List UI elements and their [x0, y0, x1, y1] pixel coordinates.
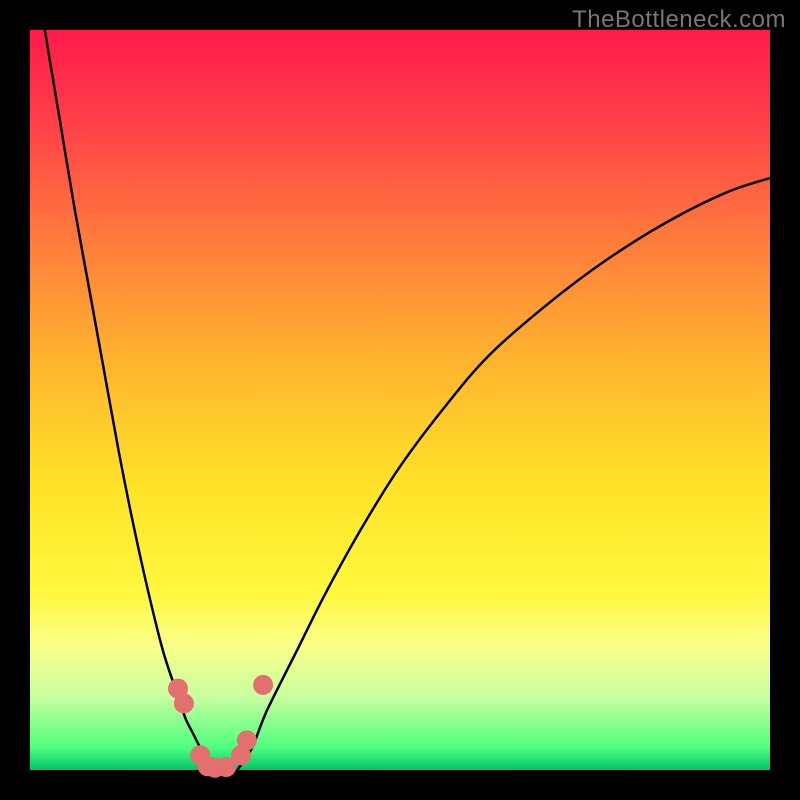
chart-svg: [0, 0, 800, 800]
plot-area: [30, 30, 770, 770]
chart-container: TheBottleneck.com: [0, 0, 800, 800]
marker-1: [174, 693, 194, 713]
marker-8: [253, 675, 273, 695]
watermark-text: TheBottleneck.com: [572, 6, 786, 34]
marker-7: [237, 730, 257, 750]
